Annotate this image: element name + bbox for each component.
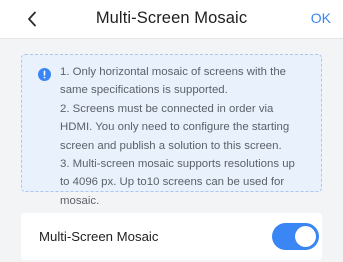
nav-divider [0, 38, 343, 39]
info-line: same specifications is supported. [60, 84, 228, 97]
info-notice: 1. Only horizontal mosaic of screens wit… [21, 54, 322, 207]
multi-screen-mosaic-setting: Multi-Screen Mosaic [21, 213, 322, 260]
info-line: screen and publish a solution to this sc… [60, 139, 282, 152]
info-icon [38, 68, 51, 81]
info-line: HDMI. You only need to configure the sta… [60, 121, 290, 134]
toggle-knob [295, 226, 316, 247]
ok-button[interactable]: OK [311, 10, 331, 26]
info-line: 1. Only horizontal mosaic of screens wit… [60, 66, 287, 78]
info-line: mosaic. [60, 194, 100, 207]
info-text: 1. Only horizontal mosaic of screens wit… [60, 63, 318, 210]
info-line: to 4096 px. Up to10 screens can be used … [60, 176, 285, 189]
setting-label: Multi-Screen Mosaic [39, 229, 159, 244]
multi-screen-mosaic-toggle[interactable] [272, 223, 319, 250]
info-line: 3. Multi-screen mosaic supports resoluti… [60, 158, 295, 171]
page-title: Multi-Screen Mosaic [95, 9, 248, 27]
navigation-bar: Multi-Screen Mosaic OK [0, 0, 343, 38]
info-line: 2. Screens must be connected in order vi… [60, 102, 274, 115]
